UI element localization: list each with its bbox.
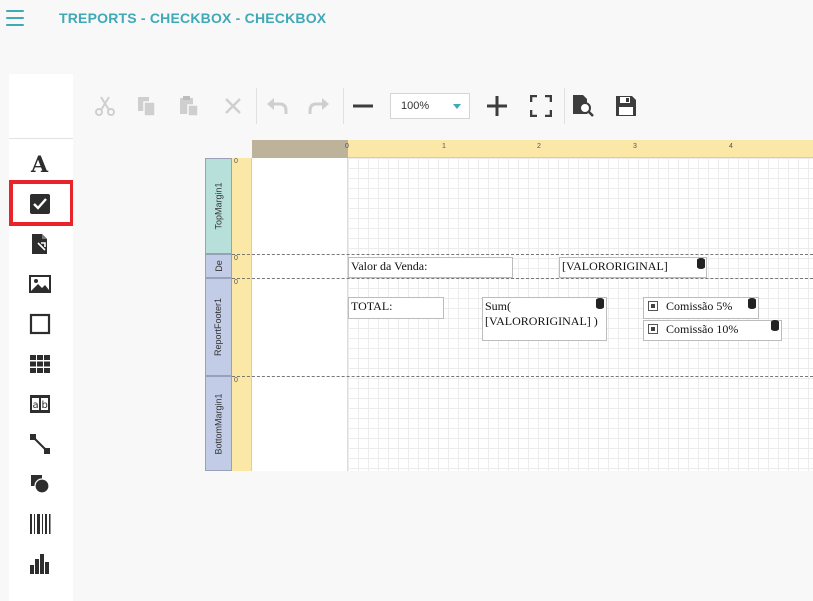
barcode-icon [30,514,51,534]
svg-text:b: b [42,400,48,411]
preview-button[interactable] [569,92,597,120]
label-total[interactable]: TOTAL: [348,297,444,319]
label-valor-venda[interactable]: Valor da Venda: [348,257,513,278]
fit-page-button[interactable] [527,92,555,120]
rich-text-icon [32,234,47,254]
ruler-tick: 0 [234,255,238,262]
save-icon [616,96,636,116]
text-label-icon: A [30,153,49,175]
ruler-tick: 1 [442,143,446,150]
ruler-tick: 0 [234,377,238,384]
ruler-margin [252,140,348,158]
toolbar-divider [343,88,344,124]
database-icon [748,298,756,309]
toolbox-divider [9,138,73,139]
database-icon [771,320,779,331]
tool-panel[interactable] [23,310,57,338]
tool-shape[interactable] [23,470,57,498]
toolbar-divider [564,88,565,124]
paste-icon [180,96,199,117]
character-comb-icon: ab [30,395,50,413]
copy-button[interactable] [133,92,161,120]
zoom-out-button[interactable] [349,92,377,120]
svg-text:A: A [30,153,49,175]
checkbox-label: Comissão 5% [666,299,733,313]
plus-icon [487,96,507,116]
fullscreen-icon [530,95,552,117]
tool-picture[interactable] [23,270,57,298]
save-button[interactable] [612,92,640,120]
toolbox-panel: A ab [9,74,73,601]
band-detail[interactable]: De [205,254,232,278]
designer-toolbar: 100% [73,74,813,138]
svg-text:a: a [33,400,39,411]
shape-icon [31,475,50,494]
field-sum-valor[interactable]: Sum( [VALORORIGINAL] ) [482,297,607,341]
tool-line[interactable] [23,430,57,458]
toolbar-divider [256,88,257,124]
field-valor-original[interactable]: [VALORORIGINAL] [559,257,707,278]
undo-button[interactable] [263,92,291,120]
chevron-down-icon [453,104,461,109]
scissors-icon [95,96,115,116]
ruler-tick: 4 [729,143,733,150]
band-top-margin[interactable]: TopMargin1 [205,158,232,254]
redo-icon [308,98,329,114]
redo-button[interactable] [305,92,333,120]
database-icon [697,258,705,269]
zoom-value: 100% [401,100,430,112]
vertical-ruler: 0 0 0 0 [232,158,252,471]
hamburger-menu-icon[interactable] [6,10,24,26]
checkbox-comissao-10[interactable]: Comissão 10% [643,320,782,341]
line-icon [30,434,50,454]
band-label: ReportFooter1 [213,297,224,357]
band-label: De [213,260,224,272]
horizontal-ruler: 0 1 2 3 4 [345,140,813,158]
tool-chart[interactable] [23,550,57,578]
field-text: [VALORORIGINAL] [562,259,668,273]
band-boundary [232,278,813,279]
ruler-tick: 0 [345,143,349,150]
copy-icon [138,97,156,117]
tool-label[interactable]: A [23,150,57,178]
ruler-tick: 3 [633,143,637,150]
page-title: TREPORTS - CHECKBOX - CHECKBOX [59,10,327,26]
panel-icon [29,313,51,335]
field-text: Sum( [485,299,512,313]
ruler-tick: 2 [537,143,541,150]
band-report-footer[interactable]: ReportFooter1 [205,278,232,376]
highlight-box [9,180,74,226]
ruler-tick: 0 [234,279,238,286]
table-icon [30,355,50,373]
tool-barcode[interactable] [23,510,57,538]
delete-button[interactable] [219,92,247,120]
ruler-tick: 0 [234,158,238,165]
zoom-in-button[interactable] [483,92,511,120]
checkbox-comissao-5[interactable]: Comissão 5% [643,297,759,319]
minus-icon [353,104,373,108]
paste-button[interactable] [175,92,203,120]
tool-character-comb[interactable]: ab [23,390,57,418]
checkbox-label: Comissão 10% [666,322,739,336]
document-preview-icon [573,95,594,117]
undo-icon [267,98,288,114]
cut-button[interactable] [91,92,119,120]
database-icon [596,298,604,309]
field-text: [VALORORIGINAL] ) [485,314,598,328]
band-bottom-margin[interactable]: BottomMargin1 [205,376,232,471]
picture-box-icon [29,275,51,293]
tool-table[interactable] [23,350,57,378]
chart-icon [30,554,49,574]
tool-rich-text[interactable] [23,230,57,258]
band-label: BottomMargin1 [213,392,224,455]
close-icon [225,98,241,114]
checkbox-icon [648,324,658,334]
zoom-select[interactable]: 100% [390,93,470,119]
band-boundary [232,376,813,377]
band-label: TopMargin1 [213,182,224,230]
checkbox-icon [648,301,658,311]
band-boundary [232,254,813,255]
top-bar: TREPORTS - CHECKBOX - CHECKBOX [0,0,813,74]
canvas-left-margin [252,158,348,471]
